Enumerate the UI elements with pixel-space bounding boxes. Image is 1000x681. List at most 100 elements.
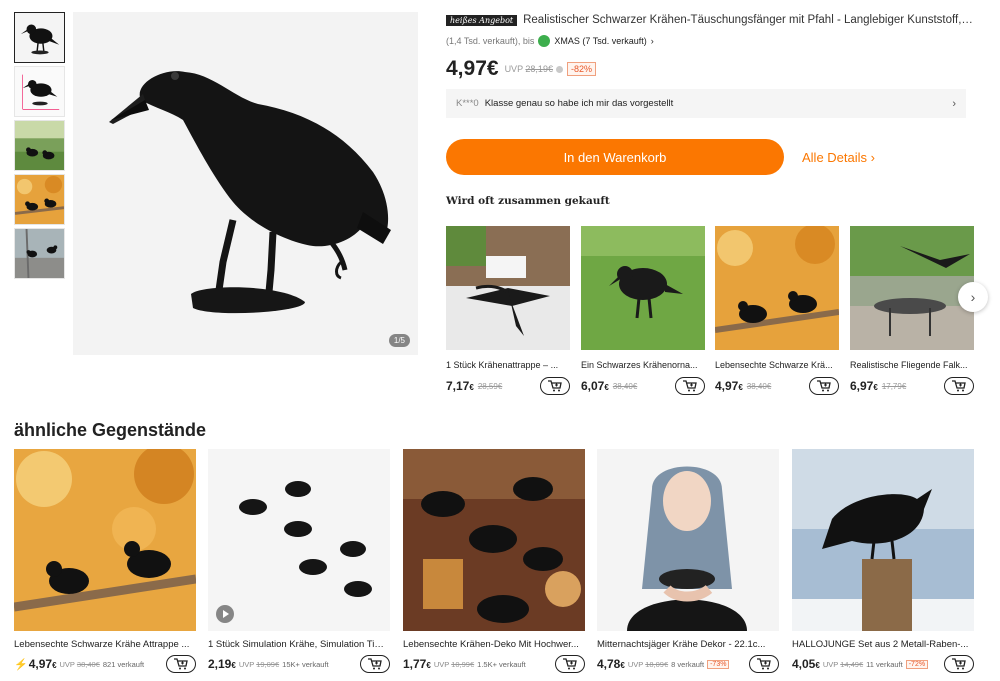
add-cart-button[interactable] xyxy=(749,655,779,673)
similar-uvp: UVP 10,99€ xyxy=(433,659,475,669)
similar-card[interactable]: Mitternachtsjäger Krähe Dekor - 22.1c...… xyxy=(597,449,779,673)
similar-name[interactable]: Lebensechte Schwarze Krähe Attrappe ... xyxy=(14,639,192,650)
together-price: 4,97€ xyxy=(715,379,743,393)
similar-card[interactable]: HALLOJUNGE Set aus 2 Metall-Raben-... 4,… xyxy=(792,449,974,673)
together-image[interactable] xyxy=(715,226,839,350)
title-row: heißes Angebot Realistischer Schwarzer K… xyxy=(446,12,976,28)
add-cart-button[interactable] xyxy=(809,377,839,395)
review-snippet[interactable]: K***0 Klasse genau so habe ich mir das v… xyxy=(446,89,966,118)
chevron-right-icon[interactable]: › xyxy=(952,98,956,110)
together-card[interactable]: Ein Schwarzes Krähenorna... 6,07€ 38,40€ xyxy=(581,226,705,396)
similar-name[interactable]: HALLOJUNGE Set aus 2 Metall-Raben-... xyxy=(792,639,970,650)
together-price: 7,17€ xyxy=(446,379,474,393)
similar-image[interactable] xyxy=(208,449,390,631)
info-icon[interactable] xyxy=(555,65,563,73)
cart-icon xyxy=(368,658,382,670)
sold-count: (1,4 Tsd. verkauft), bis xyxy=(446,36,535,46)
similar-image[interactable] xyxy=(403,449,585,631)
similar-sold: 15K+ verkauft xyxy=(282,659,329,669)
together-image[interactable] xyxy=(581,226,705,350)
cart-icon xyxy=(952,658,966,670)
similar-card[interactable]: Lebensechte Krähen-Deko Mit Hochwer... 1… xyxy=(403,449,585,673)
thumbnail-2[interactable] xyxy=(14,66,65,117)
together-card[interactable]: Lebensechte Schwarze Krä... 4,97€ 38,40€ xyxy=(715,226,839,396)
frequently-bought-title: Wird oft zusammen gekauft xyxy=(446,195,610,207)
similar-sold: 1.5K+ verkauft xyxy=(477,659,526,669)
similar-image[interactable] xyxy=(792,449,974,631)
similar-name[interactable]: 1 Stück Simulation Krähe, Simulation Tie… xyxy=(208,639,386,650)
similar-price: 1,77€ xyxy=(403,657,431,671)
frequently-bought-list: 1 Stück Krähenattrappe – ... 7,17€ 28,59… xyxy=(446,226,976,396)
review-text: Klasse genau so habe ich mir das vorgest… xyxy=(484,98,674,109)
together-name[interactable]: Ein Schwarzes Krähenorna... xyxy=(581,360,701,370)
similar-price-row: 2,19€ UVP 19,09€ 15K+ verkauft xyxy=(208,655,390,673)
together-name[interactable]: Lebensechte Schwarze Krä... xyxy=(715,360,835,370)
cart-row: In den Warenkorb Alle Details › xyxy=(446,139,976,175)
thumbnail-3[interactable] xyxy=(14,120,65,171)
together-price-row: 7,17€ 28,59€ xyxy=(446,376,570,396)
similar-price-row: 4,78€ UVP 18,09€ 8 verkauft -73% xyxy=(597,655,779,673)
thumbnail-1[interactable] xyxy=(14,12,65,63)
hot-deal-badge: heißes Angebot xyxy=(446,14,518,26)
xmas-badge-icon xyxy=(538,35,551,47)
together-price-row: 4,97€ 38,40€ xyxy=(715,376,839,396)
product-info: heißes Angebot Realistischer Schwarzer K… xyxy=(446,12,976,207)
all-details-link[interactable]: Alle Details › xyxy=(802,150,875,165)
similar-name[interactable]: Mitternachtsjäger Krähe Dekor - 22.1c... xyxy=(597,639,775,650)
add-to-cart-button[interactable]: In den Warenkorb xyxy=(446,139,784,175)
similar-price: 4,05€ xyxy=(792,657,820,671)
price-row: 4,97€ UVP 28,19€ -82% xyxy=(446,57,976,81)
current-price: 4,97€ xyxy=(446,57,499,80)
together-card[interactable]: Realistische Fliegende Falk... 6,97€ 17,… xyxy=(850,226,974,396)
similar-uvp: UVP 18,09€ xyxy=(627,659,669,669)
together-name[interactable]: 1 Stück Krähenattrappe – ... xyxy=(446,360,566,370)
add-cart-button[interactable] xyxy=(166,655,196,673)
review-user: K***0 xyxy=(456,98,479,109)
uvp: UVP 28,19€ xyxy=(505,64,553,74)
similar-card[interactable]: Lebensechte Schwarze Krähe Attrappe ... … xyxy=(14,449,196,673)
cart-icon xyxy=(817,380,831,392)
discount-badge: -82% xyxy=(566,62,596,76)
main-product-image[interactable]: 1/5 xyxy=(73,12,418,355)
similar-uvp: UVP 38,40€ xyxy=(59,659,100,669)
add-cart-button[interactable] xyxy=(540,377,570,395)
similar-items-title: ähnliche Gegenstände xyxy=(14,420,207,440)
together-price: 6,97€ xyxy=(850,379,878,393)
thumbnail-list xyxy=(14,12,65,282)
cart-icon xyxy=(548,380,562,392)
similar-sold: 821 verkauft xyxy=(102,659,145,669)
together-card[interactable]: 1 Stück Krähenattrappe – ... 7,17€ 28,59… xyxy=(446,226,570,396)
similar-price-row: 1,77€ UVP 10,99€ 1.5K+ verkauft xyxy=(403,655,585,673)
cart-icon xyxy=(952,380,966,392)
similar-price: 4,78€ xyxy=(597,657,625,671)
similar-sold: 8 verkauft xyxy=(671,659,705,669)
similar-image[interactable] xyxy=(14,449,196,631)
cart-icon xyxy=(683,380,697,392)
similar-image[interactable] xyxy=(597,449,779,631)
together-old-price: 38,40€ xyxy=(746,381,772,391)
similar-card[interactable]: 1 Stück Simulation Krähe, Simulation Tie… xyxy=(208,449,390,673)
flash-icon: ⚡ xyxy=(14,658,28,671)
play-video-icon[interactable] xyxy=(216,605,234,623)
thumbnail-5[interactable] xyxy=(14,228,65,279)
similar-price: 2,19€ xyxy=(208,657,236,671)
add-cart-button[interactable] xyxy=(555,655,585,673)
together-old-price: 17,79€ xyxy=(881,381,907,391)
uvp-price: 28,19€ xyxy=(525,64,553,74)
thumbnail-4[interactable] xyxy=(14,174,65,225)
chevron-right-icon[interactable]: › xyxy=(651,36,654,46)
together-name[interactable]: Realistische Fliegende Falk... xyxy=(850,360,970,370)
product-title: Realistischer Schwarzer Krähen-Täuschung… xyxy=(523,14,976,26)
together-image[interactable] xyxy=(446,226,570,350)
add-cart-button[interactable] xyxy=(944,655,974,673)
together-price-row: 6,97€ 17,79€ xyxy=(850,376,974,396)
add-cart-button[interactable] xyxy=(675,377,705,395)
cart-icon xyxy=(757,658,771,670)
similar-price-row: 4,05€ UVP 14,49€ 11 verkauft -72% xyxy=(792,655,974,673)
carousel-next-button[interactable]: › xyxy=(958,282,988,312)
add-cart-button[interactable] xyxy=(944,377,974,395)
add-cart-button[interactable] xyxy=(360,655,390,673)
similar-name[interactable]: Lebensechte Krähen-Deko Mit Hochwer... xyxy=(403,639,581,650)
xmas-sold[interactable]: XMAS (7 Tsd. verkauft) xyxy=(554,36,646,46)
together-image[interactable] xyxy=(850,226,974,350)
